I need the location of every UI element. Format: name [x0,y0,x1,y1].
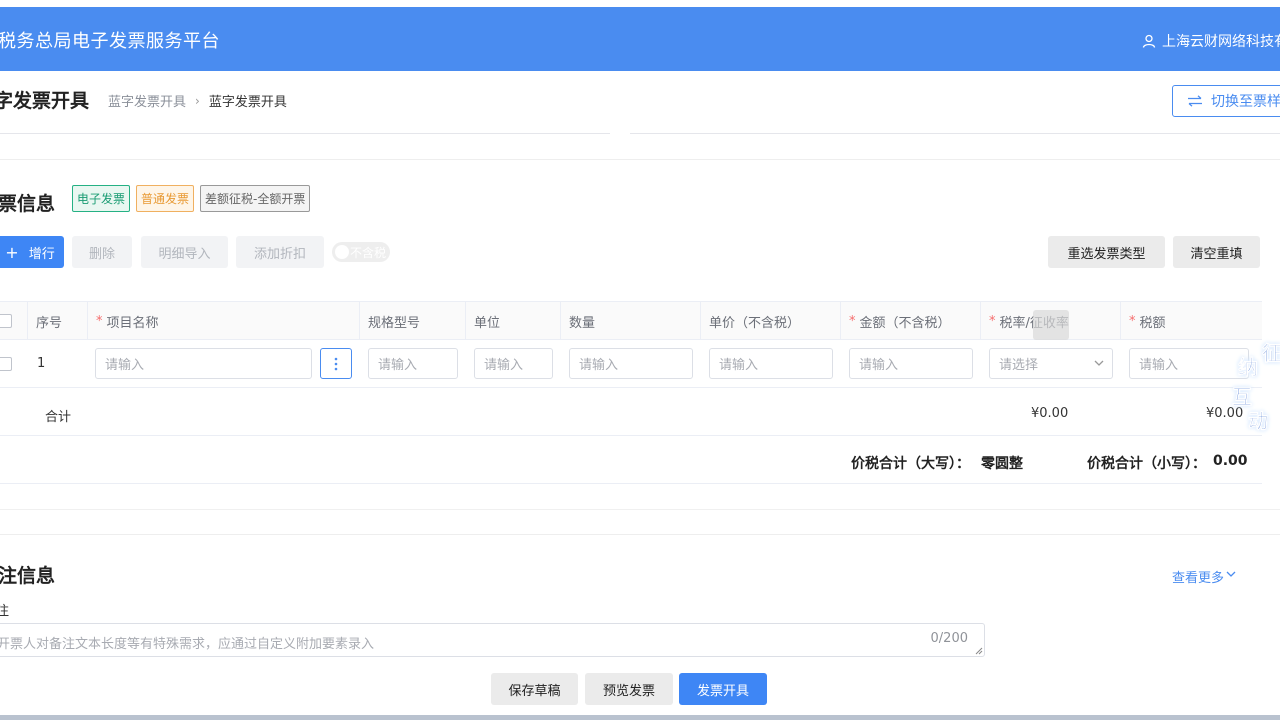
divider [0,509,1280,510]
column-header: 单价（不含税） [700,302,840,340]
top-band [0,0,1280,7]
divider [0,159,1280,160]
divider [630,133,1280,134]
char-counter: 0/200 [930,631,968,646]
total-lower-value: 0.00 [1213,453,1248,469]
remarks-placeholder: 开票人对备注文本长度等有特殊需求，应通过自定义附加要素录入 [0,637,375,652]
unit-input[interactable]: 请输入 [474,348,553,379]
total-row: 价税合计（大写）： 零圆整 价税合计（小写）： 0.00 [0,437,1262,484]
remarks-label: 注 [0,604,10,619]
add-discount-button[interactable]: 添加折扣 [236,236,324,268]
total-upper-value: 零圆整 [981,456,1023,472]
divider [0,534,1280,535]
add-row-label: 增行 [28,246,55,262]
item-name-input[interactable]: 请输入 [95,348,312,379]
column-header: 单位 [465,302,560,340]
reselect-invoice-type-button[interactable]: 重选发票类型 [1048,236,1165,268]
plus-icon: + [5,242,19,262]
chevron-down-icon [1094,360,1104,366]
interaction-assistant-widget[interactable]: 征 纳 互 动 [1226,335,1280,435]
toggle-label: 不含税 [350,246,387,260]
total-upper-label: 价税合计（大写）： [851,456,970,472]
column-header: * 金额（不含税） [840,302,980,340]
switch-view-button[interactable]: 切换至票样 [1172,85,1280,117]
taskbar-strip [0,715,1280,720]
toggle-knob [335,245,349,259]
select-all-checkbox[interactable] [0,314,12,328]
mascot-char: 动 [1248,409,1269,434]
unit-price-input[interactable]: 请输入 [709,348,833,379]
divider [0,133,610,134]
clear-form-button[interactable]: 清空重填 [1173,236,1260,268]
row-checkbox[interactable] [0,357,12,371]
more-vertical-icon [334,357,338,370]
total-lower-label: 价税合计（小写）： [1087,456,1206,472]
save-draft-button[interactable]: 保存草稿 [491,673,578,705]
resize-grip-icon[interactable] [975,647,983,655]
column-header: 数量 [560,302,700,340]
sum-amount: ¥0.00 [1031,406,1069,421]
sum-row: 合计 ¥0.00 ¥0.00 [0,389,1262,436]
tax-rate-select[interactable]: 请选择 [989,348,1113,379]
tag-normal: 普通发票 [136,185,195,212]
tax-inclusive-toggle[interactable]: 不含税 [332,242,390,262]
tag-differential-tax: 差额征税-全额开票 [200,185,311,212]
page-title: 字发票开具 [0,90,90,112]
tooltip-shadow [1033,310,1069,340]
row-index: 1 [37,356,46,371]
remarks-textarea[interactable]: 开票人对备注文本长度等有特殊需求，应通过自定义附加要素录入 0/200 [0,623,985,657]
tag-electronic: 电子发票 [72,185,131,212]
column-header: * 项目名称 [87,302,359,340]
mascot-char: 征 [1262,341,1280,366]
view-more-link[interactable]: 查看更多 [1172,567,1236,586]
column-header: 序号 [27,302,87,340]
issue-invoice-button[interactable]: 发票开具 [679,673,767,705]
breadcrumb-item-current: 蓝字发票开具 [208,95,287,110]
view-more-label: 查看更多 [1172,571,1225,586]
invoice-info-title: 票信息 [0,193,56,215]
spec-model-input[interactable]: 请输入 [368,348,458,379]
table-row: 1 请输入 请输入 请输入 请输入 请输入 请输入 请选择 请输入 [0,340,1262,388]
remarks-title: 注信息 [0,565,56,587]
quantity-input[interactable]: 请输入 [569,348,693,379]
table-header: 序号 *项目名称 规格型号 单位 数量 单价（不含税） *金额（不含税） *税率… [0,301,1262,340]
chevron-right-icon: › [195,93,200,108]
tax-rate-placeholder: 请选择 [999,358,1039,373]
import-details-button[interactable]: 明细导入 [141,236,228,268]
breadcrumb-item-1[interactable]: 蓝字发票开具 [108,91,186,110]
chevron-down-icon [1226,571,1236,577]
app-title: 税务总局电子发票服务平台 [0,31,220,52]
breadcrumb: 蓝字发票开具 › 蓝字发票开具 [108,91,287,111]
delete-button[interactable]: 删除 [72,236,132,268]
sum-label: 合计 [45,410,72,425]
swap-icon [1188,95,1202,107]
user-account[interactable]: 上海云财网络科技有 [1142,31,1280,51]
app-header: 税务总局电子发票服务平台 上海云财网络科技有 [0,7,1280,71]
item-picker-button[interactable] [320,348,352,379]
add-row-button[interactable]: + 增行 [0,236,64,268]
amount-input[interactable]: 请输入 [849,348,973,379]
mascot-char: 纳 [1238,355,1259,380]
column-header: 规格型号 [359,302,465,340]
user-name: 上海云财网络科技有 [1162,34,1280,50]
user-icon [1142,34,1156,48]
preview-invoice-button[interactable]: 预览发票 [585,673,673,705]
switch-view-label: 切换至票样 [1211,94,1280,110]
